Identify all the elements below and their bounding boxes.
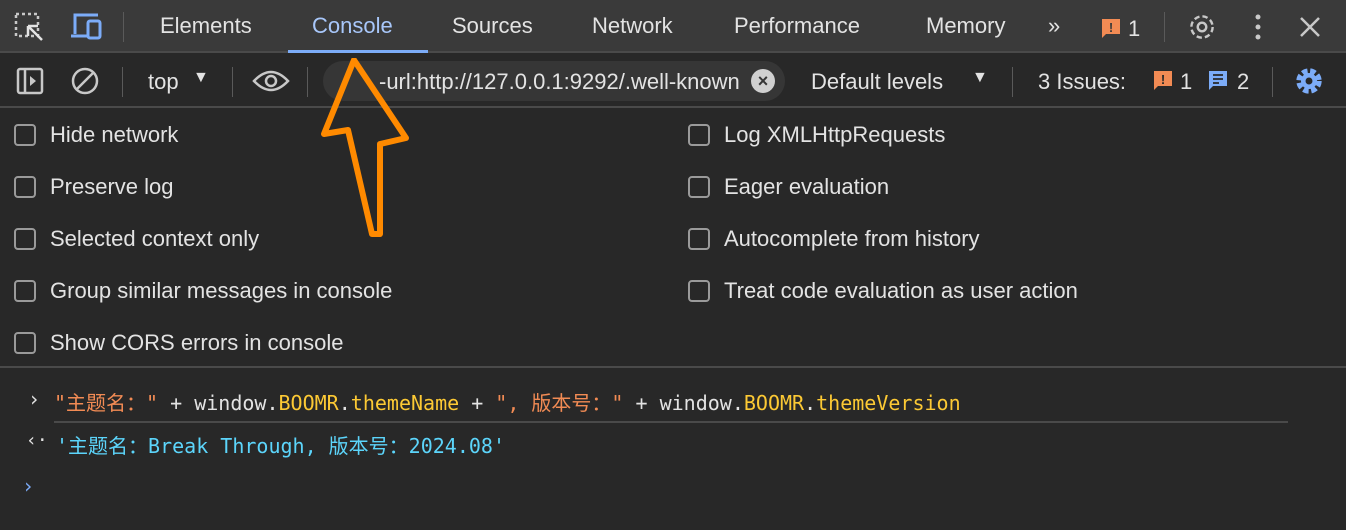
filter-value[interactable]: -url:http://127.0.0.1:9292/.well-known (379, 69, 743, 95)
show-cors-errors-checkbox[interactable]: Show CORS errors in console (14, 328, 343, 358)
option-label: Treat code evaluation as user action (724, 278, 1078, 303)
result-arrow-icon: ‹· (26, 430, 48, 451)
chevron-down-icon: ▼ (972, 69, 988, 86)
log-levels-select[interactable]: Default levels (811, 69, 943, 95)
issue-error-icon[interactable]: ! (1153, 70, 1173, 92)
context-select[interactable]: top (148, 69, 179, 95)
active-tab-indicator (288, 50, 428, 53)
divider (123, 12, 124, 42)
code-text: . (804, 391, 817, 415)
tab-sources[interactable]: Sources (452, 13, 533, 39)
divider (232, 67, 233, 97)
checkbox[interactable] (688, 228, 710, 250)
clear-filter-icon[interactable]: × (751, 69, 775, 93)
tab-memory[interactable]: Memory (926, 13, 1005, 39)
code-property: BOOMR (743, 391, 805, 415)
code-string: "主题名：" (54, 391, 159, 415)
divider (1012, 67, 1013, 97)
device-toolbar-icon[interactable] (70, 12, 104, 40)
code-property: themeVersion (816, 391, 961, 415)
checkbox[interactable] (688, 176, 710, 198)
tab-network[interactable]: Network (592, 13, 673, 39)
devtools-tabbar: Elements Console Sources Network Perform… (0, 0, 1346, 53)
console-input-entry: "主题名：" + window.BOOMR.themeName + ", 版本号… (54, 387, 961, 416)
checkbox[interactable] (14, 280, 36, 302)
checkbox[interactable] (14, 332, 36, 354)
issues-error-count[interactable]: 1 (1180, 69, 1192, 95)
sidebar-toggle-icon[interactable] (16, 67, 44, 95)
divider (1164, 12, 1165, 42)
divider (1272, 67, 1273, 97)
divider (54, 421, 1288, 423)
option-label: Log XMLHttpRequests (724, 122, 946, 147)
hide-network-checkbox[interactable]: Hide network (14, 120, 178, 150)
option-label: Autocomplete from history (724, 226, 980, 251)
option-label: Eager evaluation (724, 174, 890, 199)
issue-info-icon[interactable] (1208, 70, 1228, 92)
code-property: themeName (350, 391, 460, 415)
annotation-arrow-icon (321, 58, 409, 237)
checkbox[interactable] (688, 280, 710, 302)
input-chevron-icon: › (28, 387, 41, 411)
autocomplete-history-checkbox[interactable]: Autocomplete from history (688, 224, 980, 254)
chevron-down-icon: ▼ (193, 69, 209, 86)
svg-text:!: ! (1109, 20, 1113, 35)
option-label: Hide network (50, 122, 179, 147)
live-expression-eye-icon[interactable] (252, 69, 290, 93)
inspect-element-icon[interactable] (14, 12, 46, 42)
preserve-log-checkbox[interactable]: Preserve log (14, 172, 174, 202)
option-label: Group similar messages in console (50, 278, 393, 303)
issues-info-count[interactable]: 2 (1237, 69, 1249, 95)
tab-elements[interactable]: Elements (160, 13, 252, 39)
checkbox[interactable] (14, 124, 36, 146)
console-settings-gear-icon[interactable] (1293, 65, 1325, 97)
code-text: + window. (623, 391, 744, 415)
code-string: ", 版本号：" (495, 391, 624, 415)
divider (122, 67, 123, 97)
issue-count[interactable]: 1 (1128, 16, 1140, 42)
code-text: + window. (158, 391, 279, 415)
tab-console[interactable]: Console (312, 13, 393, 39)
eager-evaluation-checkbox[interactable]: Eager evaluation (688, 172, 889, 202)
settings-gear-icon[interactable] (1186, 11, 1218, 43)
checkbox[interactable] (688, 124, 710, 146)
treat-as-user-action-checkbox[interactable]: Treat code evaluation as user action (688, 276, 1078, 306)
divider (307, 67, 308, 97)
code-text: . (338, 391, 351, 415)
more-tabs-icon[interactable]: » (1048, 13, 1060, 39)
issue-error-icon[interactable]: ! (1101, 18, 1121, 40)
console-result-entry: '主题名：Break Through, 版本号：2024.08' (56, 434, 505, 458)
option-label: Selected context only (50, 226, 260, 251)
more-options-icon[interactable] (1250, 12, 1266, 42)
selected-context-only-checkbox[interactable]: Selected context only (14, 224, 259, 254)
option-label: Preserve log (50, 174, 174, 199)
checkbox[interactable] (14, 176, 36, 198)
issues-label[interactable]: 3 Issues: (1038, 69, 1126, 95)
console-prompt[interactable]: › (22, 474, 34, 498)
console-settings-panel: Hide network Preserve log Selected conte… (0, 108, 1346, 368)
option-label: Show CORS errors in console (50, 330, 344, 355)
tab-performance[interactable]: Performance (734, 13, 860, 39)
console-toolbar: top ▼ -url:http://127.0.0.1:9292/.well-k… (0, 55, 1346, 108)
checkbox[interactable] (14, 228, 36, 250)
log-xhr-checkbox[interactable]: Log XMLHttpRequests (688, 120, 945, 150)
code-property: BOOMR (278, 391, 339, 415)
group-similar-checkbox[interactable]: Group similar messages in console (14, 276, 392, 306)
svg-text:!: ! (1161, 72, 1165, 87)
code-text: + (459, 391, 496, 415)
clear-console-icon[interactable] (70, 66, 100, 96)
close-icon[interactable] (1298, 15, 1322, 39)
